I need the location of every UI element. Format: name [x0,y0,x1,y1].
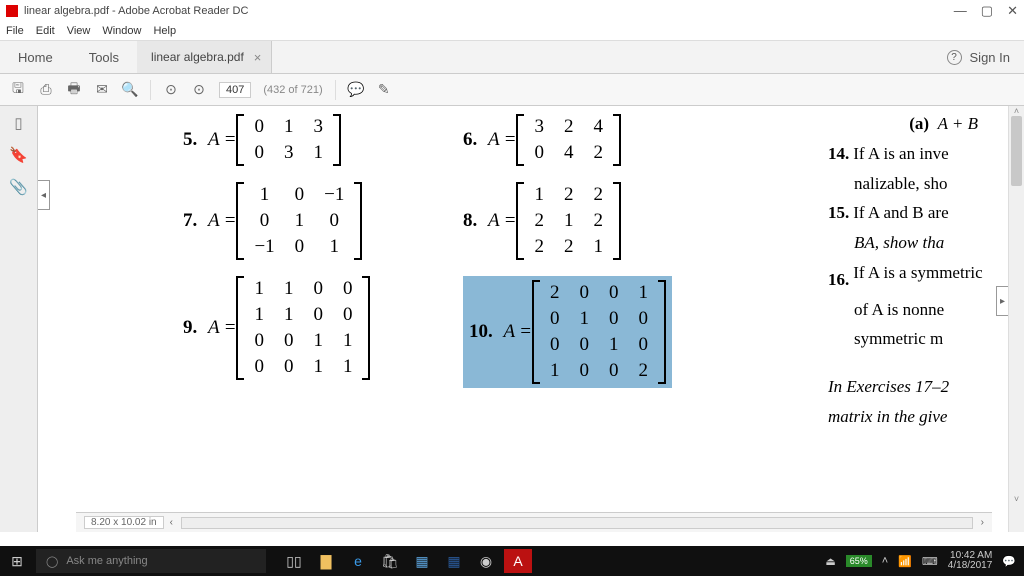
exercise-9-matrix: 1100110000110011 [236,276,370,380]
exercise-9-number: 9. [183,317,197,338]
maximize-button[interactable]: ▢ [981,3,993,19]
q16-line1: If A is a symmetric [853,261,983,285]
close-button[interactable]: ✕ [1007,3,1018,19]
exercise-6-var: A [488,129,500,151]
q14-line1: If A is an inve [853,144,948,163]
q16-number: 16. [828,270,849,289]
save-icon[interactable]: 🖫 [10,82,26,98]
window-title: linear algebra.pdf - Adobe Acrobat Reade… [24,5,954,17]
scroll-down-icon[interactable]: ˅ [1009,494,1024,504]
page-down-icon[interactable]: ⊙ [191,82,207,98]
taskbar-acrobat-icon[interactable]: A [504,549,532,573]
q16-line2: of A is nonne [828,298,1008,322]
exercise-6-matrix: 324042 [516,114,621,166]
battery-indicator[interactable]: 65% [846,555,872,567]
page-number-input[interactable]: 407 [219,82,251,98]
menu-view[interactable]: View [67,25,91,37]
app-icon [6,5,18,17]
vertical-scrollbar[interactable]: ˄ ˅ [1008,106,1024,532]
notifications-icon[interactable]: 💬 [1002,555,1016,568]
menu-file[interactable]: File [6,25,24,37]
exercise-6-number: 6. [463,129,477,150]
tab-home[interactable]: Home [0,41,71,73]
system-clock[interactable]: 10:42 AM 4/18/2017 [948,551,993,571]
tab-close-icon[interactable]: × [254,50,262,65]
exercise-9-var: A [208,317,220,339]
bookmark-icon[interactable]: 🔖 [9,146,28,164]
thumbnails-icon[interactable]: ▯ [14,114,22,132]
tab-tools[interactable]: Tools [71,41,137,73]
exercise-10-number: 10. [469,321,493,342]
taskbar-edge-icon[interactable]: e [344,549,372,573]
email-icon[interactable]: ✉ [94,82,110,98]
divider [335,80,336,100]
page-up-icon[interactable]: ⊙ [163,82,179,98]
horizontal-scrollbar[interactable] [181,517,973,529]
task-view-icon[interactable]: ▯▯ [280,549,308,573]
exercise-8-matrix: 122212221 [516,182,621,260]
next-page-handle[interactable]: ▸ [996,286,1008,316]
tray-usb-icon[interactable]: ⏏ [825,555,835,568]
taskbar-search[interactable]: ◯ Ask me anything [36,549,266,573]
sign-icon[interactable]: ✎ [376,82,392,98]
exercise-10-var: A [504,321,516,343]
page-dimensions: 8.20 x 10.02 in [84,516,164,529]
scroll-right-icon[interactable]: › [981,517,984,528]
comment-icon[interactable]: 💬 [348,82,364,98]
tab-document-label: linear algebra.pdf [151,50,244,64]
taskbar-chrome-icon[interactable]: ◉ [472,549,500,573]
search-placeholder: Ask me anything [66,555,147,567]
search-icon[interactable]: 🔍 [122,82,138,98]
exercise-5-matrix: 013031 [236,114,341,166]
scrollbar-thumb[interactable] [1011,116,1022,186]
exercise-5-var: A [208,129,220,151]
q15-line2: BA, show tha [854,233,944,252]
exercise-7-var: A [208,210,220,232]
instructions-line2: matrix in the give [828,407,947,426]
export-icon[interactable]: ⎙ [38,82,54,98]
clock-date: 4/18/2017 [948,561,993,571]
exercise-8-var: A [488,210,500,232]
tray-network-icon[interactable]: 📶 [898,555,912,568]
exercise-10-highlight[interactable]: 10. A = 2001010000101002 [463,276,672,388]
tab-document[interactable]: linear algebra.pdf × [137,41,272,73]
start-button[interactable]: ⊞ [0,553,34,570]
exercise-10-matrix: 2001010000101002 [532,280,666,384]
q15-line1: If A and B are [853,203,948,222]
q14-line2: nalizable, sho [828,172,1008,196]
exercise-5-number: 5. [183,129,197,150]
minimize-button[interactable]: — [954,3,967,19]
scroll-up-icon[interactable]: ˄ [1009,106,1024,116]
cortana-icon: ◯ [46,555,58,568]
divider [150,80,151,100]
taskbar-folder-icon[interactable]: ▇ [312,549,340,573]
exercise-7-number: 7. [183,210,197,231]
taskbar-word-icon[interactable]: ▦ [440,549,468,573]
q16-line3: symmetric m [828,327,1008,351]
print-icon[interactable]: 🖶 [66,82,82,98]
help-icon[interactable]: ? [947,50,962,65]
menu-help[interactable]: Help [153,25,176,37]
signin-link[interactable]: Sign In [970,50,1010,65]
attachment-icon[interactable]: 📎 [9,178,28,196]
scroll-left-icon[interactable]: ‹ [170,517,173,528]
exercise-8-number: 8. [463,210,477,231]
taskbar-app-icon[interactable]: ▦ [408,549,436,573]
q14-number: 14. [828,144,849,163]
menu-window[interactable]: Window [102,25,141,37]
tray-chevron-icon[interactable]: ˄ [882,555,888,567]
tray-keyboard-icon[interactable]: ⌨ [922,555,938,568]
part-a-label: (a) [909,114,929,133]
page-total-label: (432 of 721) [263,84,322,96]
prev-page-handle[interactable]: ◂ [38,180,50,210]
exercise-7-matrix: 10−1010−101 [236,182,362,260]
menu-edit[interactable]: Edit [36,25,55,37]
q15-number: 15. [828,203,849,222]
instructions-line1: In Exercises 17–2 [828,377,949,396]
taskbar-store-icon[interactable]: 🛍 [376,549,404,573]
part-a-expr: A + B [938,114,978,133]
